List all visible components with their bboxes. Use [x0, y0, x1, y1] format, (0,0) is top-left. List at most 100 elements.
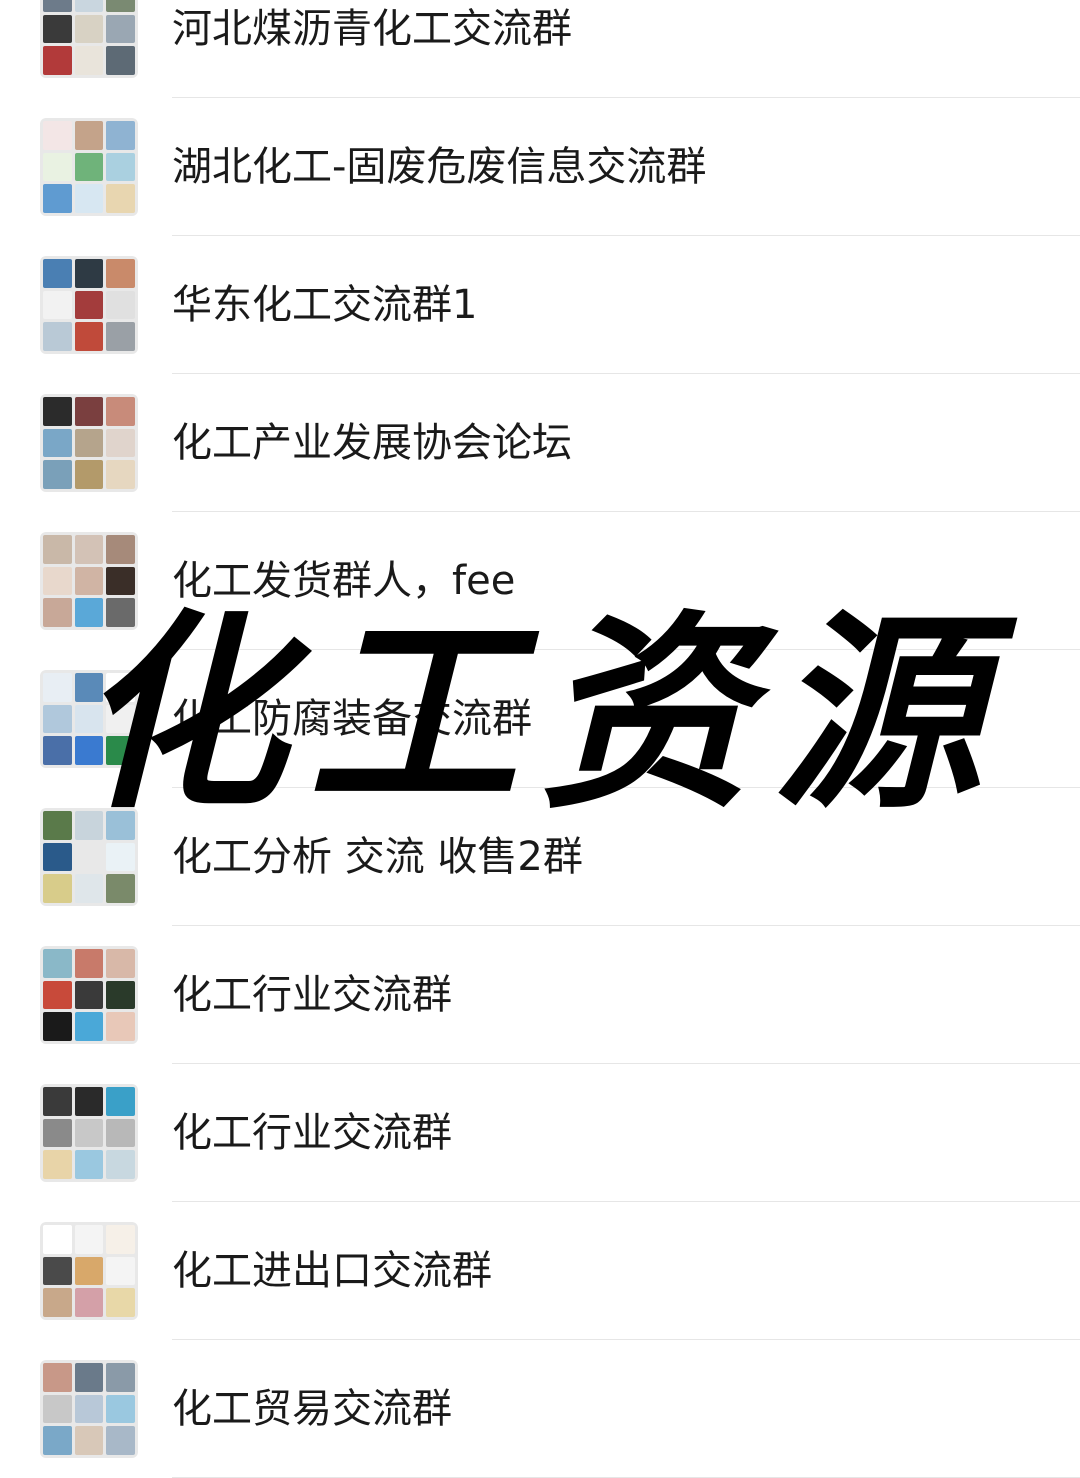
avatar-tile — [43, 736, 72, 765]
avatar-tile — [43, 1012, 72, 1041]
avatar-tile — [43, 259, 72, 288]
group-name: 华东化工交流群1 — [172, 282, 478, 328]
group-chat-row[interactable]: 河北煤沥青化工交流群 — [0, 0, 1080, 98]
avatar-tile — [74, 949, 104, 978]
avatar-tile — [74, 397, 104, 426]
avatar-tile — [43, 535, 72, 564]
group-name: 化工贸易交流群 — [172, 1386, 452, 1432]
group-avatar — [40, 1360, 138, 1458]
group-chat-row[interactable]: 化工行业交流群 — [0, 1064, 1080, 1202]
avatar-tile — [43, 290, 72, 320]
avatar-tile — [106, 842, 135, 872]
avatar-tile — [106, 1150, 135, 1179]
group-chat-row[interactable]: 化工发货群人，fee — [0, 512, 1080, 650]
avatar-tile — [74, 811, 104, 840]
avatar-tile — [106, 598, 135, 627]
avatar-tile — [74, 46, 104, 75]
group-name: 化工产业发展协会论坛 — [172, 420, 572, 466]
group-avatar — [40, 532, 138, 630]
group-name: 河北煤沥青化工交流群 — [172, 6, 572, 52]
group-chat-row[interactable]: 化工防腐装备交流群 — [0, 650, 1080, 788]
avatar-tile — [74, 1256, 104, 1286]
avatar-tile — [43, 1426, 72, 1455]
avatar-tile — [106, 428, 135, 458]
avatar-tile — [74, 704, 104, 734]
avatar-tile — [74, 1150, 104, 1179]
avatar-tile — [43, 428, 72, 458]
avatar-tile — [106, 1256, 135, 1286]
avatar-tile — [106, 1012, 135, 1041]
avatar-tile — [43, 566, 72, 596]
avatar-tile — [106, 184, 135, 213]
avatar-tile — [106, 980, 135, 1010]
avatar-tile — [74, 736, 104, 765]
avatar-tile — [74, 290, 104, 320]
avatar-tile — [106, 322, 135, 351]
avatar-tile — [106, 1087, 135, 1116]
avatar-tile — [43, 598, 72, 627]
avatar-tile — [74, 1087, 104, 1116]
avatar-tile — [106, 704, 135, 734]
avatar-tile — [74, 1394, 104, 1424]
avatar-tile — [106, 14, 135, 44]
avatar-tile — [106, 259, 135, 288]
avatar-tile — [43, 1288, 72, 1317]
avatar-tile — [43, 1118, 72, 1148]
avatar-tile — [43, 811, 72, 840]
avatar-tile — [43, 397, 72, 426]
avatar-tile — [74, 980, 104, 1010]
group-name: 化工行业交流群 — [172, 1110, 452, 1156]
avatar-tile — [106, 397, 135, 426]
avatar-tile — [106, 152, 135, 182]
avatar-tile — [106, 46, 135, 75]
avatar-tile — [74, 428, 104, 458]
avatar-tile — [43, 1225, 72, 1254]
avatar-tile — [74, 566, 104, 596]
avatar-tile — [74, 1225, 104, 1254]
group-avatar — [40, 0, 138, 78]
avatar-tile — [106, 1118, 135, 1148]
avatar-tile — [43, 0, 72, 12]
avatar-tile — [106, 1225, 135, 1254]
avatar-tile — [43, 842, 72, 872]
avatar-tile — [106, 1288, 135, 1317]
avatar-tile — [43, 1394, 72, 1424]
avatar-tile — [106, 874, 135, 903]
avatar-tile — [43, 1087, 72, 1116]
avatar-tile — [106, 673, 135, 702]
group-avatar — [40, 1222, 138, 1320]
group-avatar — [40, 670, 138, 768]
avatar-tile — [106, 1394, 135, 1424]
avatar-tile — [74, 322, 104, 351]
avatar-tile — [74, 0, 104, 12]
avatar-tile — [43, 184, 72, 213]
avatar-tile — [43, 1363, 72, 1392]
group-avatar — [40, 118, 138, 216]
avatar-tile — [74, 1118, 104, 1148]
avatar-tile — [74, 14, 104, 44]
avatar-tile — [74, 673, 104, 702]
group-chat-row[interactable]: 化工分析 交流 收售2群 — [0, 788, 1080, 926]
avatar-tile — [43, 673, 72, 702]
group-chat-row[interactable]: 化工贸易交流群 — [0, 1340, 1080, 1478]
group-chat-row[interactable]: 华东化工交流群1 — [0, 236, 1080, 374]
group-chat-row[interactable]: 化工行业交流群 — [0, 926, 1080, 1064]
group-chat-row[interactable]: 化工进出口交流群 — [0, 1202, 1080, 1340]
group-avatar — [40, 1084, 138, 1182]
avatar-tile — [43, 980, 72, 1010]
group-chat-list: 河北煤沥青化工交流群湖北化工-固废危废信息交流群华东化工交流群1 化工产业发展协会… — [0, 0, 1080, 1478]
group-avatar — [40, 808, 138, 906]
group-avatar — [40, 394, 138, 492]
group-chat-row[interactable]: 化工产业发展协会论坛 — [0, 374, 1080, 512]
avatar-tile — [74, 535, 104, 564]
avatar-tile — [106, 460, 135, 489]
group-avatar — [40, 256, 138, 354]
avatar-tile — [74, 121, 104, 150]
avatar-tile — [43, 1150, 72, 1179]
avatar-tile — [74, 1012, 104, 1041]
avatar-tile — [74, 1288, 104, 1317]
group-chat-row[interactable]: 湖北化工-固废危废信息交流群 — [0, 98, 1080, 236]
group-name: 化工防腐装备交流群 — [172, 696, 532, 742]
avatar-tile — [43, 322, 72, 351]
avatar-tile — [43, 460, 72, 489]
